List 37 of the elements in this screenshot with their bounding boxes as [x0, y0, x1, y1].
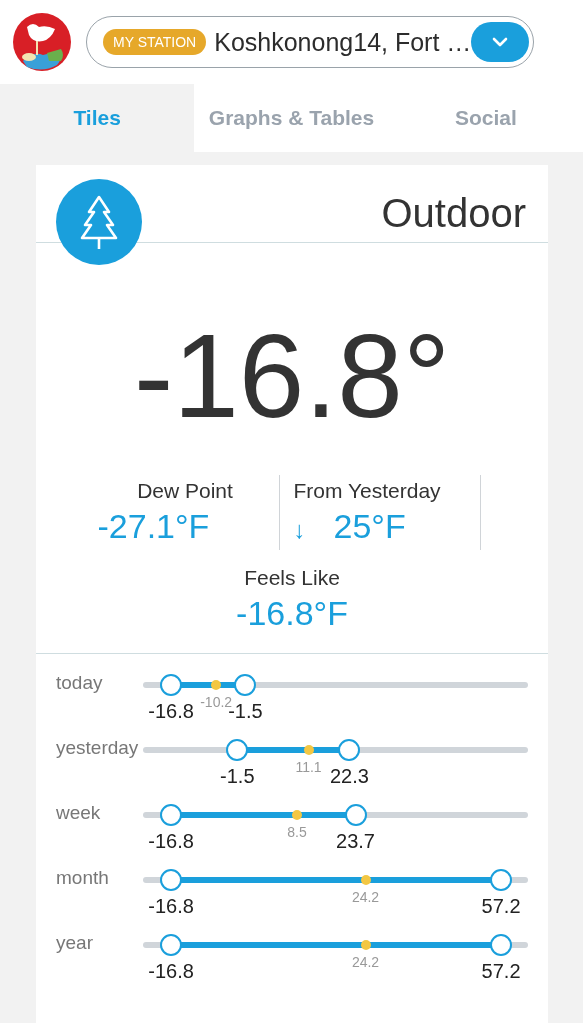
high-value: 57.2: [481, 895, 521, 918]
tab[interactable]: Tiles: [0, 84, 195, 152]
card-title: Outdoor: [381, 191, 526, 236]
range-label: today: [56, 672, 104, 694]
station-name: Koshkonong14, Fort …: [214, 27, 472, 57]
average-value: 8.5: [287, 824, 307, 840]
high-value: 23.7: [336, 830, 375, 853]
station-badge: MY STATION: [103, 29, 207, 55]
range-label: year: [56, 932, 94, 954]
range-label: week: [56, 802, 102, 824]
range-label: yesterday: [56, 737, 140, 759]
low-value: -16.8: [148, 700, 194, 723]
stat-value: -27.1°F: [97, 507, 210, 546]
trend-arrow: ↓: [293, 516, 306, 544]
feels-like-label: Feels Like: [243, 566, 341, 590]
chevron-down-icon: [491, 36, 509, 48]
tree-icon: [56, 179, 142, 265]
logo-icon[interactable]: [13, 13, 71, 71]
low-value: -16.8: [148, 895, 194, 918]
station-selector[interactable]: MY STATION Koshkonong14, Fort …: [86, 16, 534, 68]
stat-label: From Yesterday: [293, 479, 442, 503]
average-value: 11.1: [295, 759, 322, 775]
tab[interactable]: Graphs & Tables: [194, 84, 389, 152]
range-label: month: [56, 867, 110, 889]
low-value: -1.5: [220, 765, 255, 788]
average-value: 24.2: [351, 889, 380, 905]
feels-like-value: -16.8°F: [235, 594, 349, 633]
low-value: -16.8: [148, 960, 194, 983]
temperature-value: -16.8°: [132, 317, 452, 435]
low-value: -16.8: [148, 830, 194, 853]
dropdown-button[interactable]: [471, 22, 529, 62]
average-value: 24.2: [351, 954, 380, 970]
stat-value: 25°F: [333, 507, 406, 546]
high-value: 57.2: [481, 960, 521, 983]
stat-label: Dew Point: [136, 479, 234, 503]
tab[interactable]: Social: [388, 84, 583, 152]
high-value: 22.3: [329, 765, 369, 788]
